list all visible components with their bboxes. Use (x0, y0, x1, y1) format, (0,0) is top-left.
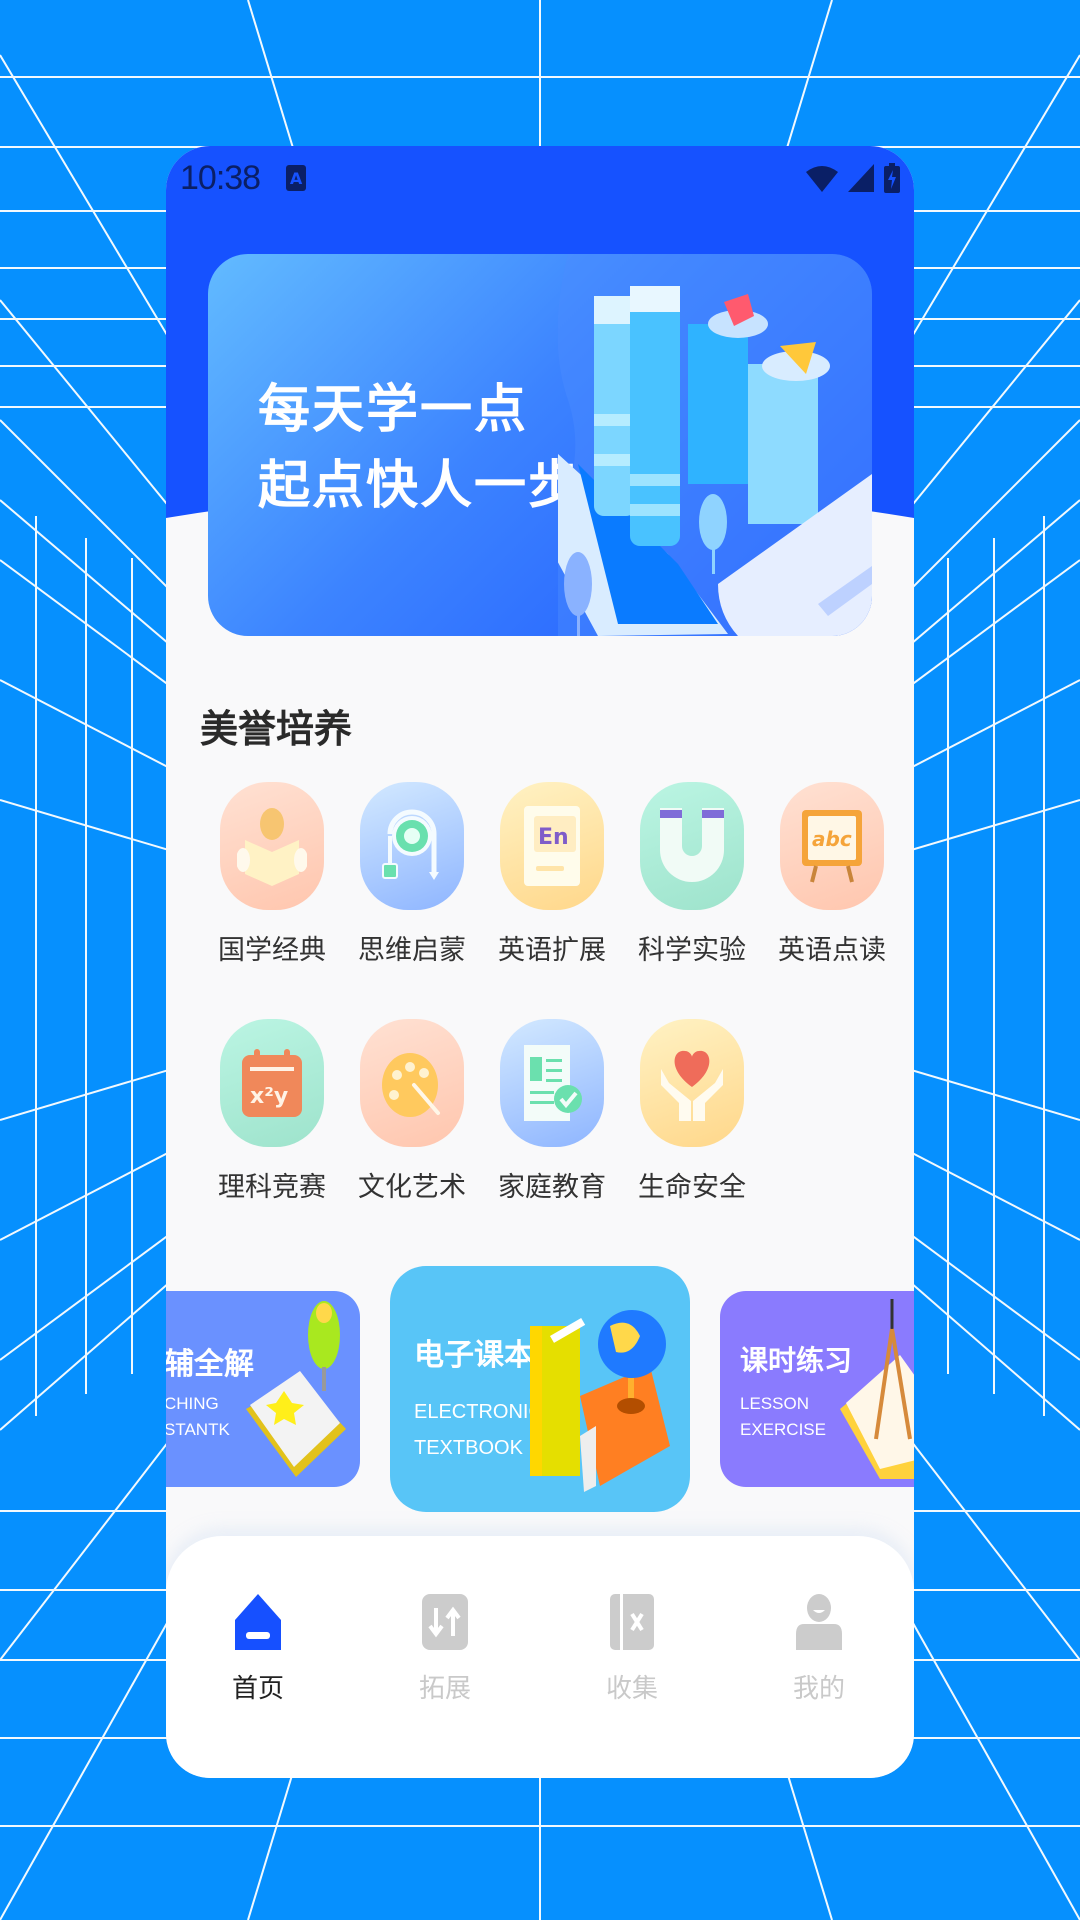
banner-line-2: 起点快人一步 (258, 456, 583, 516)
card-subtitle: CHING STANTK (166, 1391, 230, 1443)
input-method-icon: A (286, 165, 307, 191)
bottom-tab-bar: 首页 拓展 收集 我的 (166, 1536, 914, 1778)
category-label: 生命安全 (638, 1172, 746, 1203)
category-label: 英语扩展 (498, 935, 606, 966)
thinking-cable-icon (360, 782, 464, 910)
reading-person-icon (220, 782, 324, 910)
books-phone-illustration (558, 254, 872, 636)
tab-label: 拓展 (418, 1674, 471, 1704)
hero-banner[interactable]: 每天学一点 起点快人一步 (208, 254, 872, 636)
carousel-card-teaching[interactable]: 辅全解 CHING STANTK (166, 1291, 360, 1487)
category-label: 理科竞赛 (218, 1172, 326, 1203)
books-globe-illustration (530, 1310, 670, 1492)
book-lamp-illustration (246, 1301, 346, 1477)
wifi-icon (806, 166, 838, 192)
card-subtitle-line: CHING (166, 1394, 219, 1413)
category-label: 家庭教育 (498, 1172, 606, 1203)
category-label: 国学经典 (218, 935, 326, 966)
card-subtitle: LESSON EXERCISE (740, 1391, 826, 1443)
svg-text:abc: abc (812, 827, 852, 851)
tab-collect[interactable]: 收集 (572, 1594, 692, 1705)
card-title: 课时练习 (740, 1344, 853, 1377)
checklist-document-icon (500, 1019, 604, 1147)
home-icon (235, 1594, 281, 1650)
category-item[interactable]: abc 英语点读 (762, 782, 902, 967)
tab-home[interactable]: 首页 (198, 1594, 318, 1705)
banner-slogan: 每天学一点 起点快人一步 (258, 372, 582, 524)
english-book-icon: En (500, 782, 604, 910)
tab-profile[interactable]: 我的 (759, 1594, 879, 1705)
category-item[interactable]: 家庭教育 (482, 1019, 622, 1204)
category-item[interactable]: x²y 理科竞赛 (202, 1019, 342, 1204)
feature-carousel: 辅全解 CHING STANTK 电子课本 ELECTRONIC TEXTBOO… (166, 1266, 914, 1516)
carousel-card-lesson-exercise[interactable]: 课时练习 LESSON EXERCISE (720, 1291, 914, 1487)
tab-label: 我的 (792, 1674, 845, 1704)
category-item[interactable]: En 英语扩展 (482, 782, 622, 967)
category-item[interactable]: 生命安全 (622, 1019, 762, 1204)
status-time: 10:38 (180, 158, 261, 197)
section-title: 美誉培养 (200, 707, 353, 751)
compass-papers-illustration (840, 1299, 914, 1479)
card-subtitle-line: EXERCISE (740, 1420, 826, 1439)
card-subtitle-line: STANTK (166, 1420, 230, 1439)
carousel-card-electronic-textbook[interactable]: 电子课本 ELECTRONIC TEXTBOOK (390, 1266, 690, 1512)
math-calendar-icon: x²y (220, 1019, 324, 1147)
battery-charging-icon (884, 163, 900, 193)
category-item[interactable]: 文化艺术 (342, 1019, 482, 1204)
category-item[interactable]: 思维启蒙 (342, 782, 482, 967)
svg-text:x²y: x²y (250, 1084, 288, 1109)
expand-arrows-icon (422, 1594, 468, 1650)
palette-icon (360, 1019, 464, 1147)
svg-text:En: En (538, 825, 569, 850)
profile-icon (796, 1594, 842, 1650)
category-label: 英语点读 (778, 935, 886, 966)
status-bar: 10:38 A (166, 146, 914, 210)
category-grid: 国学经典 思维启蒙 En 英语扩展 科学实验 abc 英语点读 x²y 理科竞赛… (202, 782, 886, 1204)
signal-icon (848, 164, 874, 192)
heart-hands-icon (640, 1019, 744, 1147)
tab-expand[interactable]: 拓展 (385, 1594, 505, 1705)
category-item[interactable]: 科学实验 (622, 782, 762, 967)
magnet-icon (640, 782, 744, 910)
category-item[interactable]: 国学经典 (202, 782, 342, 967)
tab-label: 收集 (605, 1674, 658, 1704)
card-title: 电子课本 (414, 1338, 534, 1373)
banner-line-1: 每天学一点 (258, 380, 529, 440)
tab-label: 首页 (231, 1674, 284, 1704)
category-label: 科学实验 (638, 935, 746, 966)
collection-book-icon (610, 1594, 654, 1650)
abc-board-icon: abc (780, 782, 884, 910)
phone-screen: 10:38 A 每天学一点 起点快人一步 美誉培养 国学经典 思维启蒙 En 英… (166, 146, 914, 1778)
category-label: 文化艺术 (358, 1172, 466, 1203)
card-subtitle-line: LESSON (740, 1394, 809, 1413)
category-label: 思维启蒙 (358, 935, 466, 966)
